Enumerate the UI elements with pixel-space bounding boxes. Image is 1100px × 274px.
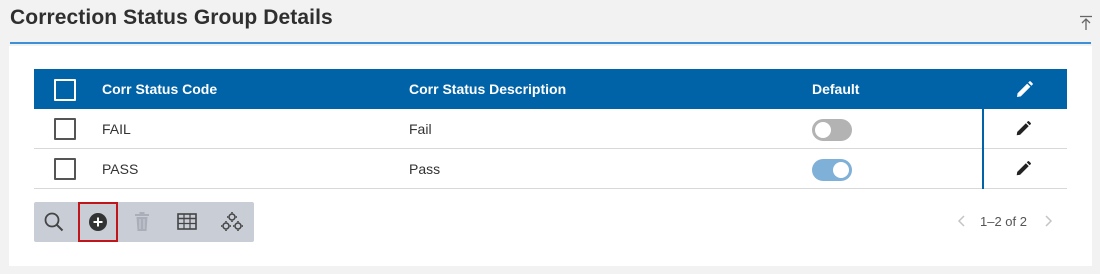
previous-page-icon[interactable] xyxy=(956,214,968,228)
column-header-code[interactable]: Corr Status Code xyxy=(102,69,217,109)
add-button[interactable] xyxy=(78,202,118,242)
edit-row-icon[interactable] xyxy=(1014,160,1032,178)
toggle-knob xyxy=(815,122,831,138)
search-button[interactable] xyxy=(34,202,74,242)
settings-icon xyxy=(221,212,243,231)
default-toggle[interactable] xyxy=(812,159,852,181)
toggle-knob xyxy=(833,162,849,178)
row-checkbox[interactable] xyxy=(54,118,76,140)
edit-column-divider xyxy=(982,149,984,189)
page-range-text: 1–2 of 2 xyxy=(980,214,1027,229)
edit-all-icon[interactable] xyxy=(1014,80,1034,100)
delete-button[interactable] xyxy=(122,202,162,242)
delete-icon xyxy=(135,212,149,231)
table-row[interactable]: FAIL Fail xyxy=(34,109,1067,149)
page-title: Correction Status Group Details xyxy=(10,6,333,29)
status-table: Corr Status Code Corr Status Description… xyxy=(34,69,1067,189)
edit-column-divider xyxy=(982,109,984,149)
edit-row-icon[interactable] xyxy=(1014,120,1032,138)
collapse-icon[interactable] xyxy=(1079,15,1093,31)
cell-description: Pass xyxy=(409,161,441,177)
cell-code: PASS xyxy=(102,161,139,177)
panel-header: Correction Status Group Details xyxy=(0,0,1100,46)
cell-code: FAIL xyxy=(102,121,131,137)
columns-button[interactable] xyxy=(167,202,207,242)
search-icon xyxy=(44,212,64,232)
default-toggle[interactable] xyxy=(812,119,852,141)
table-header: Corr Status Code Corr Status Description… xyxy=(34,69,1067,109)
row-checkbox[interactable] xyxy=(54,158,76,180)
title-underline xyxy=(10,42,1091,44)
next-page-icon[interactable] xyxy=(1042,214,1054,228)
columns-icon xyxy=(177,213,197,230)
select-all-checkbox[interactable] xyxy=(54,79,76,101)
column-header-default[interactable]: Default xyxy=(812,69,859,109)
table-toolbar xyxy=(34,202,254,242)
add-icon xyxy=(89,213,107,231)
pagination: 1–2 of 2 xyxy=(950,208,1060,234)
column-header-description[interactable]: Corr Status Description xyxy=(409,69,566,109)
settings-button[interactable] xyxy=(212,202,252,242)
cell-description: Fail xyxy=(409,121,432,137)
table-row[interactable]: PASS Pass xyxy=(34,149,1067,189)
